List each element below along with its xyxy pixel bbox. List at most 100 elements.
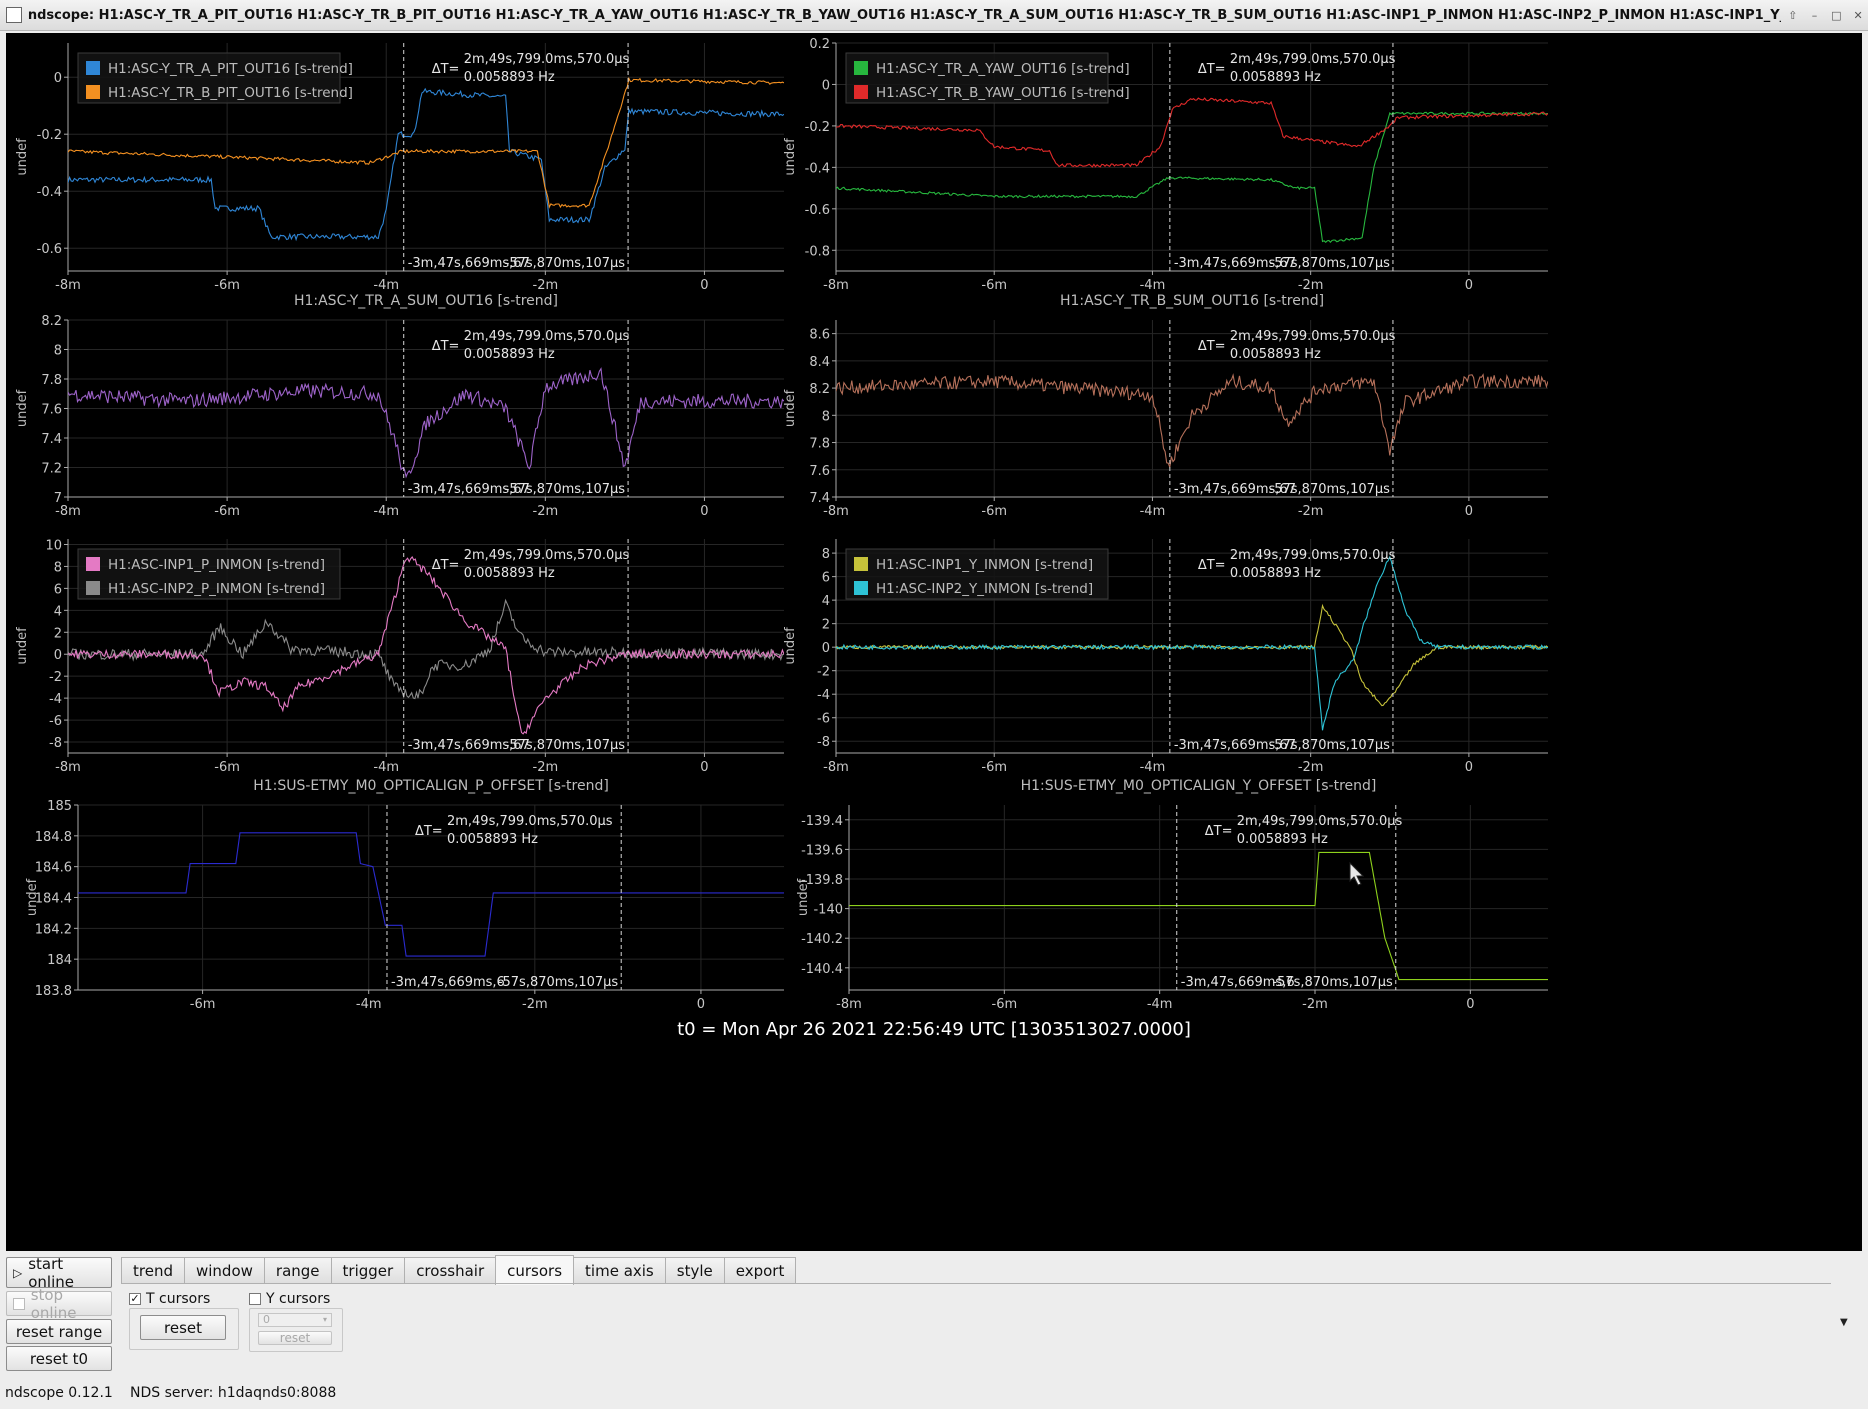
y-axis-label: undef bbox=[783, 138, 798, 176]
plots-canvas[interactable]: -8m -6m -4m -2m 0 0 -0.2 -0.4 -0.6 undef -3m,47s,6… bbox=[6, 33, 1862, 1251]
y-cursors-toggle[interactable]: Y cursors bbox=[249, 1291, 330, 1307]
t2-cursor-label: -57s,870ms,107µs bbox=[505, 256, 626, 271]
start-online-button[interactable]: ▷ start online bbox=[6, 1255, 112, 1291]
x-tick-label: -6m bbox=[190, 997, 216, 1012]
x-tick-label: 0 bbox=[1465, 278, 1473, 293]
tab-time-axis[interactable]: time axis bbox=[573, 1257, 666, 1284]
t2-cursor-label: -57s,870ms,107µs bbox=[498, 975, 619, 990]
panel-scroll-down-icon[interactable]: ▼ bbox=[1840, 1317, 1848, 1328]
title-bar: ndscope: H1:ASC-Y_TR_A_PIT_OUT16 H1:ASC-… bbox=[0, 0, 1868, 31]
plot-panel-4[interactable]: -8m -6m -4m -2m 0 8.6 8.4 8.2 8 7.8 7.6 7.4 undef H1:… bbox=[783, 293, 1548, 519]
legend-swatch bbox=[854, 557, 868, 571]
t-cursors-checkbox[interactable]: ✓ bbox=[129, 1293, 141, 1305]
y-tick-label: 8.4 bbox=[809, 355, 830, 370]
legend-swatch bbox=[86, 61, 100, 75]
series-line-tr_a_pit bbox=[68, 87, 784, 242]
y-tick-label: -2 bbox=[49, 670, 62, 685]
y-tick-label: 8 bbox=[54, 560, 62, 575]
x-tick-label: -8m bbox=[823, 278, 849, 293]
reset-range-button[interactable]: reset range bbox=[6, 1319, 112, 1344]
y-tick-label: 7.8 bbox=[41, 373, 62, 388]
delta-freq-value: 0.0058893 Hz bbox=[1230, 347, 1321, 362]
x-tick-label: -6m bbox=[214, 504, 240, 519]
t2-cursor-label: -57s,870ms,107µs bbox=[1270, 738, 1391, 753]
plot-panel-7[interactable]: -6m -4m -2m 0 185 184.8 184.6 184.4 184.2 184 183.… bbox=[25, 778, 784, 1012]
x-tick-label: -6m bbox=[214, 760, 240, 775]
y-tick-label: 0 bbox=[54, 71, 62, 86]
y-tick-label: 0.2 bbox=[809, 37, 830, 52]
t-cursors-label: T cursors bbox=[146, 1291, 211, 1307]
x-tick-label: 0 bbox=[697, 997, 705, 1012]
y-tick-label: 8 bbox=[822, 547, 830, 562]
y-tick-label: -0.6 bbox=[37, 242, 62, 257]
t2-cursor-label: -57s,870ms,107µs bbox=[1270, 482, 1391, 497]
y-axis-label: undef bbox=[15, 138, 30, 176]
x-tick-label: -8m bbox=[55, 504, 81, 519]
legend-swatch bbox=[854, 61, 868, 75]
y-tick-label: -4 bbox=[49, 692, 62, 707]
x-tick-label: -6m bbox=[981, 760, 1007, 775]
plot-panel-3[interactable]: -8m -6m -4m -2m 0 8.2 8 7.8 7.6 7.4 7.2 7 undef H1:AS… bbox=[15, 293, 784, 519]
y-tick-label: 7 bbox=[54, 491, 62, 506]
y-tick-label: -8 bbox=[817, 735, 830, 750]
plot-title: H1:SUS-ETMY_M0_OPTICALIGN_P_OFFSET [s-tr… bbox=[253, 778, 609, 794]
delta-t-label: ΔT= bbox=[432, 558, 460, 573]
y-cursors-checkbox[interactable] bbox=[249, 1293, 261, 1305]
close-icon[interactable]: ✕ bbox=[1848, 5, 1868, 25]
y-tick-label: 8.2 bbox=[41, 314, 62, 329]
tab-style[interactable]: style bbox=[664, 1257, 725, 1284]
y-cursors-reset-button[interactable]: reset bbox=[258, 1331, 332, 1345]
plot-area[interactable]: -8m -6m -4m -2m 0 0 -0.2 -0.4 -0.6 undef -3m,47s,6… bbox=[6, 33, 1862, 1251]
delta-t-value: 2m,49s,799.0ms,570.0µs bbox=[464, 548, 630, 563]
app-window-icon bbox=[6, 7, 22, 23]
delta-t-label: ΔT= bbox=[1198, 62, 1226, 77]
tab-cursors[interactable]: cursors bbox=[495, 1255, 575, 1285]
plot-panel-6[interactable]: -8m -6m -4m -2m 086420-2-4-6-8undef-3m,47s,6… bbox=[783, 539, 1548, 775]
y-tick-label: 8 bbox=[822, 409, 830, 424]
x-tick-label: -4m bbox=[1140, 504, 1166, 519]
x-tick-label: 0 bbox=[700, 760, 708, 775]
y-tick-label: -6 bbox=[817, 712, 830, 727]
y-tick-label: 184 bbox=[47, 953, 72, 968]
t-cursors-toggle[interactable]: ✓ T cursors bbox=[129, 1291, 210, 1307]
delta-t-value: 2m,49s,799.0ms,570.0µs bbox=[464, 329, 630, 344]
y-tick-label: 185 bbox=[47, 799, 72, 814]
plot-panel-2[interactable]: -8m -6m -4m -2m 00.20-0.2-0.4-0.6-0.8undef-3… bbox=[783, 37, 1548, 293]
delta-t-value: 2m,49s,799.0ms,570.0µs bbox=[464, 52, 630, 67]
delta-t-value: 2m,49s,799.0ms,570.0µs bbox=[1230, 52, 1396, 67]
t2-cursor-label: -57s,870ms,107µs bbox=[505, 738, 626, 753]
x-tick-label: -8m bbox=[823, 504, 849, 519]
reset-t0-button[interactable]: reset t0 bbox=[6, 1346, 112, 1371]
tab-export[interactable]: export bbox=[723, 1257, 797, 1284]
y-axis-label: undef bbox=[796, 878, 811, 916]
y-cursor-select[interactable]: 0 ▾ bbox=[258, 1313, 332, 1327]
t-cursors-reset-button[interactable]: reset bbox=[140, 1315, 226, 1340]
y-tick-label: 7.6 bbox=[41, 403, 62, 418]
tab-trigger[interactable]: trigger bbox=[330, 1257, 406, 1284]
x-tick-label: -2m bbox=[1302, 997, 1328, 1012]
delta-freq-value: 0.0058893 Hz bbox=[464, 566, 555, 581]
stop-online-button[interactable]: stop online bbox=[6, 1286, 112, 1322]
y-tick-label: -2 bbox=[817, 665, 830, 680]
minimize-icon[interactable]: – bbox=[1805, 5, 1825, 25]
stop-online-checkbox-icon bbox=[13, 1297, 25, 1310]
plot-panel-5[interactable]: -8m -6m -4m -2m 01086420-2-4-6-8undef-3m,47s… bbox=[15, 538, 784, 775]
tab-crosshair[interactable]: crosshair bbox=[404, 1257, 497, 1284]
tab-range[interactable]: range bbox=[263, 1257, 332, 1284]
y-tick-label: -140.4 bbox=[801, 962, 843, 977]
x-tick-label: -4m bbox=[356, 997, 382, 1012]
delta-freq-value: 0.0058893 Hz bbox=[464, 347, 555, 362]
y-tick-label: -0.2 bbox=[37, 128, 62, 143]
y-tick-label: 184.8 bbox=[35, 830, 72, 845]
t-cursors-group: reset bbox=[129, 1308, 239, 1350]
legend-swatch bbox=[86, 85, 100, 99]
x-tick-label: -2m bbox=[522, 997, 548, 1012]
y-tick-label: 8.2 bbox=[809, 382, 830, 397]
tab-trend[interactable]: trend bbox=[121, 1257, 185, 1284]
keep-above-icon[interactable]: ⇧ bbox=[1783, 5, 1803, 25]
plot-panel-8[interactable]: -8m -6m -4m -2m 0-139.4-139.6-139.8-140-140.… bbox=[796, 778, 1548, 1012]
x-tick-label: -6m bbox=[981, 278, 1007, 293]
plot-panel-1[interactable]: -8m -6m -4m -2m 00-0.2-0.4-0.6undef-3m,47s,6… bbox=[15, 43, 784, 293]
maximize-icon[interactable]: □ bbox=[1826, 5, 1846, 25]
tab-window[interactable]: window bbox=[183, 1257, 265, 1284]
